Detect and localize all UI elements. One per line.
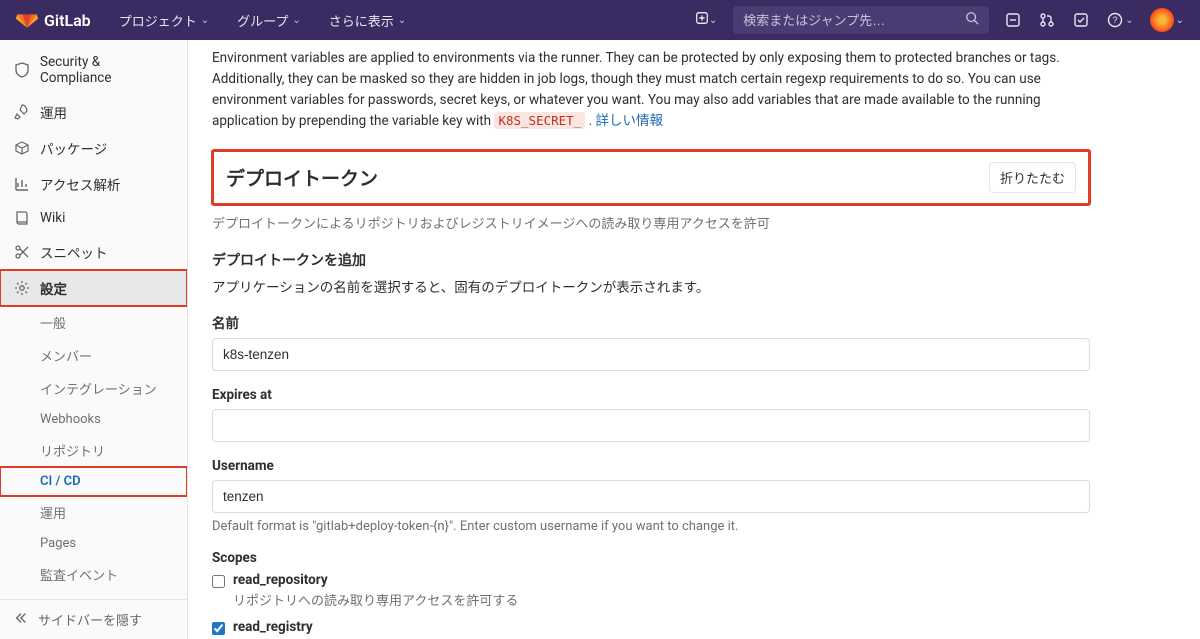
rocket-icon (14, 104, 30, 120)
brand-logo[interactable]: GitLab (16, 7, 91, 33)
scissors-icon (14, 244, 30, 260)
help-icon[interactable]: ?⌄ (1099, 0, 1141, 40)
sidebar-item-scissors[interactable]: スニペット (0, 234, 187, 270)
chart-icon (14, 176, 30, 192)
search-input[interactable] (743, 13, 965, 28)
section-title: デプロイトークン (226, 164, 378, 191)
user-menu[interactable]: ⌄ (1144, 8, 1184, 32)
scope-label: read_repository (233, 572, 518, 588)
sidebar-sub--[interactable]: メンバー (0, 339, 187, 372)
chevron-down-icon: ⌄ (709, 15, 717, 26)
sidebar-sub--[interactable]: インテグレーション (0, 372, 187, 405)
expires-input[interactable] (212, 409, 1090, 442)
svg-text:?: ? (1113, 15, 1118, 25)
issues-icon[interactable] (997, 0, 1029, 40)
chevron-down-icon: ⌄ (201, 15, 209, 26)
section-deploy-tokens-header: デプロイトークン 折りたたむ (212, 150, 1090, 205)
expires-label: Expires at (212, 387, 1090, 403)
sidebar-sub-webhooks[interactable]: Webhooks (0, 405, 187, 434)
sidebar-sub--[interactable]: 監査イベント (0, 558, 187, 591)
main-content: Environment variables are applied to env… (188, 40, 1200, 639)
chevron-down-icon: ⌄ (1176, 15, 1184, 26)
merge-requests-icon[interactable] (1031, 0, 1063, 40)
brand-text: GitLab (44, 11, 91, 30)
sidebar-item-package[interactable]: パッケージ (0, 130, 187, 166)
chevrons-left-icon (14, 611, 28, 629)
sidebar-item-chart[interactable]: アクセス解析 (0, 166, 187, 202)
sidebar-item-book[interactable]: Wiki (0, 202, 187, 234)
sidebar-sub--[interactable]: リポジトリ (0, 434, 187, 467)
search-icon (965, 11, 979, 29)
more-info-link[interactable]: 詳しい情報 (596, 113, 664, 129)
nav-groups[interactable]: グループ ⌄ (227, 0, 311, 40)
collapse-sidebar-button[interactable]: サイドバーを隠す (0, 599, 187, 639)
sidebar-item-label: Wiki (40, 210, 65, 226)
plus-button[interactable]: ⌄ (687, 0, 725, 40)
intro-text: Environment variables are applied to env… (212, 48, 1090, 132)
avatar (1150, 8, 1174, 32)
plus-icon (695, 11, 709, 29)
shield-icon (14, 62, 30, 78)
sidebar-sub-pages[interactable]: Pages (0, 529, 187, 558)
code-k8s-secret: K8S_SECRET_ (494, 112, 585, 129)
todos-icon[interactable] (1065, 0, 1097, 40)
username-input[interactable] (212, 480, 1090, 513)
sidebar-sub--[interactable]: 一般 (0, 306, 187, 339)
sidebar-item-label: スニペット (40, 242, 108, 262)
username-label: Username (212, 458, 1090, 474)
sidebar-sub-ci-cd[interactable]: CI / CD (0, 467, 187, 496)
book-icon (14, 210, 30, 226)
gitlab-icon (16, 7, 38, 33)
name-input[interactable] (212, 338, 1090, 371)
search-box[interactable] (733, 6, 989, 34)
chevron-down-icon: ⌄ (398, 15, 406, 26)
sidebar-item-label: パッケージ (40, 138, 107, 158)
navbar: GitLab プロジェクト ⌄ グループ ⌄ さらに表示 ⌄ ⌄ ?⌄ ⌄ (0, 0, 1200, 40)
sidebar-item-label: アクセス解析 (40, 174, 120, 194)
scope-read_registry: read_registryレジストリイメージへの読み取り専用アクセスを許可する (212, 619, 1090, 639)
sidebar-item-label: 運用 (40, 102, 67, 122)
nav-projects[interactable]: プロジェクト ⌄ (109, 0, 219, 40)
sidebar-item-label: Security & Compliance (40, 54, 173, 86)
form-heading: デプロイトークンを追加 (212, 250, 1090, 270)
sidebar: Security & Compliance運用パッケージアクセス解析Wikiスニ… (0, 40, 188, 639)
scope-read_repository-checkbox[interactable] (212, 575, 225, 588)
chevron-down-icon: ⌄ (292, 15, 300, 26)
scope-label: read_registry (233, 619, 570, 635)
form-subtext: アプリケーションの名前を選択すると、固有のデプロイトークンが表示されます。 (212, 276, 1090, 296)
username-help: Default format is "gitlab+deploy-token-{… (212, 519, 1090, 534)
scopes-label: Scopes (212, 550, 1090, 566)
gear-icon (14, 280, 30, 296)
name-label: 名前 (212, 312, 1090, 332)
sidebar-item-gear[interactable]: 設定 (0, 270, 187, 306)
nav-more[interactable]: さらに表示 ⌄ (319, 0, 416, 40)
collapse-button[interactable]: 折りたたむ (989, 162, 1076, 193)
section-description: デプロイトークンによるリポジトリおよびレジストリイメージへの読み取り専用アクセス… (212, 213, 1090, 232)
sidebar-item-label: 設定 (40, 278, 67, 298)
scope-read_registry-checkbox[interactable] (212, 622, 225, 635)
sidebar-item-rocket[interactable]: 運用 (0, 94, 187, 130)
scope-desc: リポジトリへの読み取り専用アクセスを許可する (233, 590, 518, 609)
sidebar-item-shield[interactable]: Security & Compliance (0, 46, 187, 94)
sidebar-sub--[interactable]: 運用 (0, 496, 187, 529)
package-icon (14, 140, 30, 156)
scope-read_repository: read_repository リポジトリへの読み取り専用アクセスを許可する (212, 572, 1090, 609)
